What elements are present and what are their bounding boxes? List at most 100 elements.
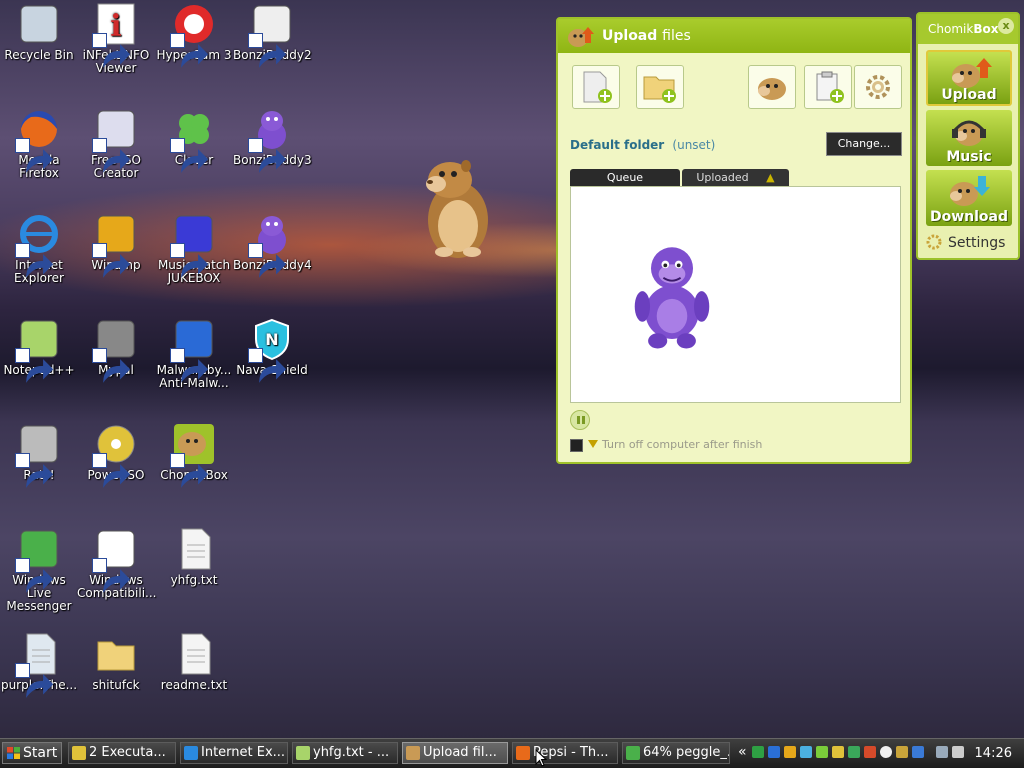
shortcut-arrow-icon	[15, 243, 54, 278]
desktop-icon-winamp[interactable]: Winamp	[77, 212, 155, 278]
media-tray-icon[interactable]	[864, 746, 876, 758]
shortcut-arrow-icon	[15, 348, 54, 383]
tab-uploaded[interactable]: Uploaded ▲	[682, 169, 789, 187]
add-folder-button[interactable]	[636, 65, 684, 109]
desktop-icon-musicmatch[interactable]: Musicmatch JUKEBOX	[155, 212, 233, 285]
desktop-icon-mypal[interactable]: Mypal	[77, 317, 155, 383]
security-tray-icon[interactable]	[752, 746, 764, 758]
display-tray-icon[interactable]	[936, 746, 948, 758]
hamster-icon	[170, 422, 216, 488]
gear-icon	[926, 234, 942, 250]
shortcut-arrow-icon	[15, 453, 54, 488]
shortcut-arrow-icon	[15, 663, 54, 698]
shortcut-arrow-icon	[248, 138, 287, 173]
start-button[interactable]: Start	[2, 742, 62, 764]
desktop-icon-notepadpp[interactable]: Notepad++	[0, 317, 78, 383]
internet-explorer-icon	[184, 746, 198, 760]
desktop-icon-yhfg[interactable]: yhfg.txt	[155, 527, 233, 587]
desktop-icon-bonzi2[interactable]: BonziBuddy2	[233, 2, 312, 68]
desktop-icon-purple[interactable]: purple.The...	[0, 632, 78, 698]
clover-icon	[170, 107, 216, 173]
desktop-icon-hypercam[interactable]: HyperCam 3	[155, 2, 233, 68]
hamster-headphones-icon	[952, 120, 986, 146]
desktop-icon-wlm[interactable]: Windows Live Messenger	[0, 527, 78, 613]
shortcut-arrow-icon	[92, 33, 131, 68]
hamster-tray-icon[interactable]	[896, 746, 908, 758]
add-file-icon	[583, 71, 612, 103]
desktop-icon-rats[interactable]: Rats!	[0, 422, 78, 488]
app-tray-icon[interactable]	[832, 746, 844, 758]
desktop-icon-malwarebytes[interactable]: Malwareby... Anti-Malw...	[155, 317, 233, 390]
volume-icon[interactable]	[952, 746, 964, 758]
taskbar-button-6[interactable]: 64% peggle_...	[622, 742, 730, 764]
malwarebytes-tray-icon[interactable]	[912, 746, 924, 758]
clock-tray-icon[interactable]	[880, 746, 892, 758]
taskbar-button-3[interactable]: yhfg.txt - ...	[292, 742, 398, 764]
desktop-icon-poweriso[interactable]: PowerISO	[77, 422, 155, 488]
taskbar-button-1[interactable]: 2 Executa...	[68, 742, 176, 764]
desktop-icon-shitufck[interactable]: shitufck	[77, 632, 155, 692]
raccoon-icon	[92, 317, 138, 383]
desktop-icon-chomikbox[interactable]: ChomikBox	[155, 422, 233, 488]
shield-tray-icon[interactable]	[768, 746, 780, 758]
desktop-icon-readme[interactable]: readme.txt	[155, 632, 233, 692]
close-button[interactable]: x	[998, 18, 1014, 34]
taskbar-button-4[interactable]: Upload fil...	[402, 742, 508, 764]
chomikbox-panel: ChomikBox x Upload Music Download Settin…	[916, 12, 1020, 260]
info-icon: i	[92, 2, 138, 68]
upload-settings-button[interactable]	[854, 65, 902, 109]
bonzi-buddy-character[interactable]	[629, 237, 715, 353]
tray-expand-chevron[interactable]: «	[738, 744, 747, 760]
shortcut-arrow-icon	[92, 348, 131, 383]
desktop-icon-navashield[interactable]: N Nava Shield	[233, 317, 311, 383]
upload-window-titlebar[interactable]: Upload files	[558, 19, 910, 53]
default-folder-value: (unset)	[672, 138, 716, 152]
desktop-icon-bonzi4[interactable]: BonziBuddy4	[233, 212, 312, 278]
hamster-account-button[interactable]	[748, 65, 796, 109]
network-tray-icon[interactable]	[800, 746, 812, 758]
change-folder-button[interactable]: Change...	[826, 132, 902, 156]
taskbar-button-label: yhfg.txt - ...	[313, 745, 390, 760]
desktop-icon-wincompat[interactable]: Windows Compatibili...	[77, 527, 156, 600]
shortcut-arrow-icon	[92, 243, 131, 278]
turn-off-checkbox[interactable]	[570, 439, 583, 452]
firewall-tray-icon[interactable]	[784, 746, 796, 758]
browser-icon	[516, 746, 530, 760]
upload-queue-list[interactable]	[570, 186, 901, 403]
download-panel-button[interactable]: Download	[926, 170, 1012, 226]
taskbar-button-2[interactable]: Internet Ex...	[180, 742, 288, 764]
taskbar-button-label: 2 Executa...	[89, 745, 166, 760]
taskbar-clock[interactable]: 14:26	[975, 746, 1012, 761]
pause-button[interactable]	[570, 410, 590, 430]
taskbar: Start 2 Executa... Internet Ex... yhfg.txt…	[0, 738, 1024, 768]
shortcut-arrow-icon	[92, 558, 131, 593]
desktop-icon-clover[interactable]: Clover	[155, 107, 233, 173]
music-panel-button[interactable]: Music	[926, 110, 1012, 166]
svg-text:N: N	[265, 330, 278, 349]
desktop-icon-firefox[interactable]: Mozilla Firefox	[0, 107, 78, 180]
shortcut-arrow-icon	[248, 348, 287, 383]
update-tray-icon[interactable]	[816, 746, 828, 758]
taskbar-button-5[interactable]: Pepsi - Th...	[512, 742, 618, 764]
desktop-icon-freeiso[interactable]: Free ISO Creator	[77, 107, 155, 180]
hamster-upload-icon	[568, 27, 594, 47]
desktop-icon-label: Recycle Bin	[4, 48, 74, 62]
desktop-icon-bonzi3[interactable]: BonziBuddy3	[233, 107, 312, 173]
settings-link[interactable]: Settings	[926, 234, 1005, 251]
upload-window-title-bold: Upload	[602, 28, 658, 44]
desktop-icon-infekt[interactable]: i iNFekt NFO Viewer	[77, 2, 155, 75]
tab-queue[interactable]: Queue	[570, 169, 680, 187]
group-icon	[72, 746, 86, 760]
desktop-icon-ie[interactable]: Internet Explorer	[0, 212, 78, 285]
upload-panel-button[interactable]: Upload	[926, 50, 1012, 106]
desktop-icon-recycle-bin[interactable]: Recycle Bin	[0, 2, 78, 62]
bonzi-icon	[248, 107, 294, 173]
add-file-button[interactable]	[572, 65, 620, 109]
hamster-desktop-pet[interactable]	[420, 152, 494, 260]
download-icon	[626, 746, 640, 760]
firefox-doc-icon	[92, 527, 138, 593]
desktop-icon-label: yhfg.txt	[170, 573, 218, 587]
malwarebytes-icon	[170, 317, 216, 383]
paste-links-button[interactable]	[804, 65, 852, 109]
messenger-tray-icon[interactable]	[848, 746, 860, 758]
